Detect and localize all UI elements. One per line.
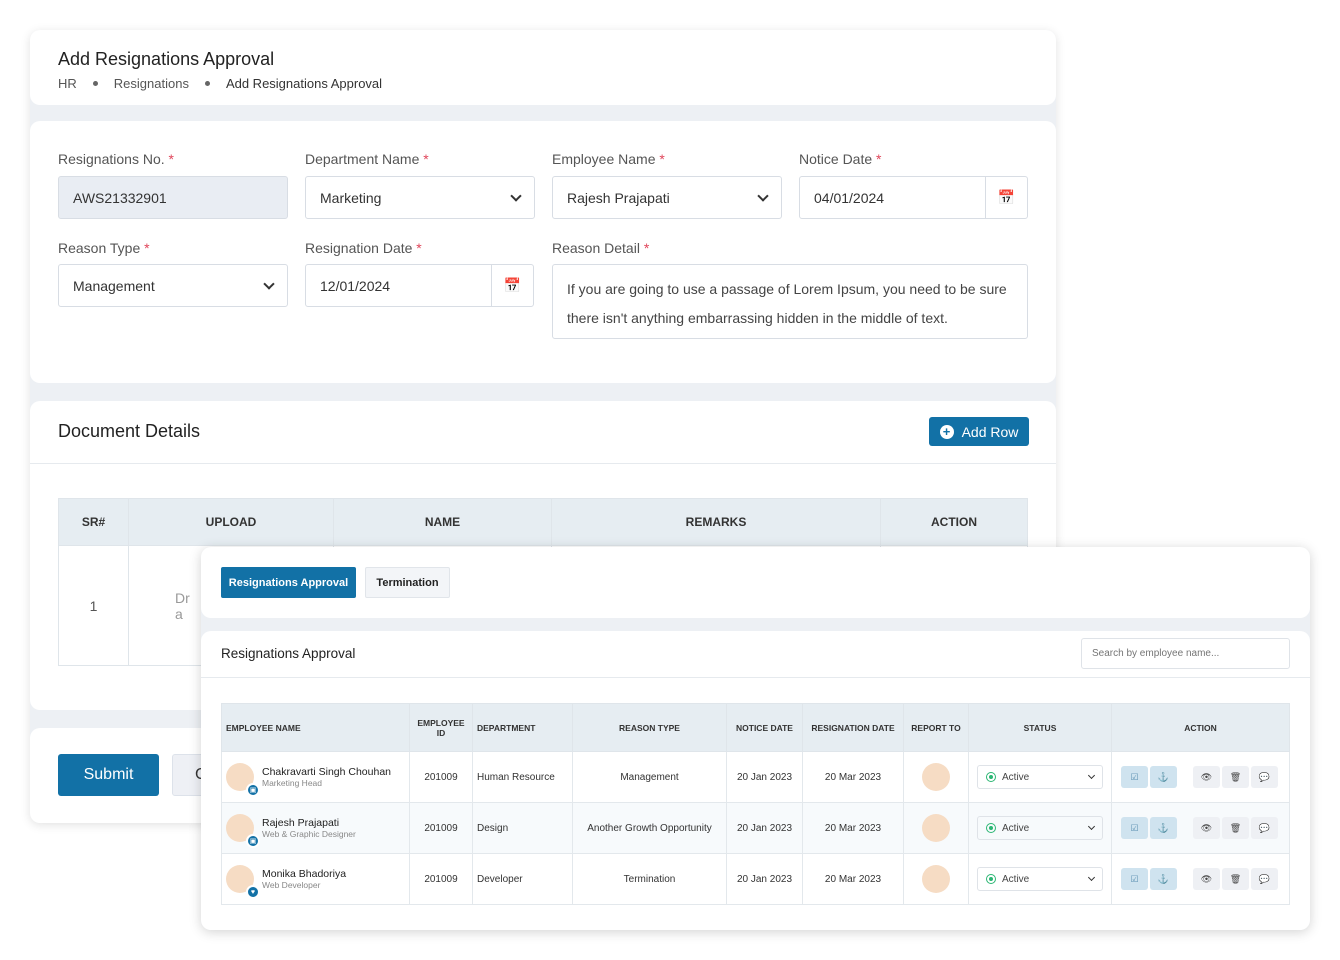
resignation-date-label: Resignation Date [305, 240, 413, 256]
clipboard-check-icon[interactable]: ☑ [1121, 766, 1148, 788]
eye-icon[interactable]: 👁 [1193, 766, 1220, 788]
table-row: ▣ Chakravarti Singh Chouhan Marketing Head… [221, 751, 1290, 803]
comment-icon[interactable]: 💬 [1251, 868, 1278, 890]
reason-type-select[interactable]: Management [58, 264, 288, 307]
department-select[interactable]: Marketing [305, 176, 535, 219]
eye-icon[interactable]: 👁 [1193, 817, 1220, 839]
chevron-down-icon [1087, 822, 1096, 830]
resignation-no-label: Resignations No. [58, 151, 165, 167]
resignation-date-input[interactable]: 12/01/2024 📅 [305, 264, 534, 307]
employee-role: Web & Graphic Designer [262, 829, 356, 839]
reason-detail-textarea[interactable]: If you are going to use a passage of Lor… [552, 264, 1028, 339]
tab-termination[interactable]: Termination [365, 567, 450, 598]
employee-name[interactable]: Rajesh Prajapati [262, 817, 356, 829]
breadcrumb-resignations[interactable]: Resignations [114, 76, 189, 91]
heart-icon: ♥ [246, 885, 260, 899]
report-to-avatar [922, 763, 950, 791]
department: Developer [472, 853, 573, 905]
chevron-down-icon [1087, 873, 1096, 881]
user-hand-icon[interactable]: ⚓ [1150, 868, 1177, 890]
plus-circle-icon: + [939, 424, 954, 439]
approval-table-card: Resignations Approval EMPLOYEE NAMEEMPLO… [201, 631, 1310, 930]
employee-name[interactable]: Chakravarti Singh Chouhan [262, 766, 391, 778]
notice-date: 20 Jan 2023 [726, 751, 803, 803]
report-to-avatar [922, 814, 950, 842]
resignation-date: 20 Mar 2023 [802, 751, 904, 803]
resignations-table: EMPLOYEE NAME EMPLOYEE ID DEPARTMENT REASON… [221, 703, 1290, 905]
document-details-title: Document Details [58, 421, 201, 441]
section-title: Resignations Approval [221, 646, 356, 661]
notice-date-label: Notice Date [799, 151, 873, 167]
notice-date: 20 Jan 2023 [726, 802, 803, 854]
resignation-no-input[interactable]: AWS21332901 [58, 176, 288, 219]
employee-role: Marketing Head [262, 778, 323, 788]
page-header: Add Resignations Approval HR Resignation… [30, 30, 1056, 105]
chevron-down-icon [263, 277, 275, 290]
resignation-date: 20 Mar 2023 [802, 802, 904, 854]
avatar: ▣ [226, 814, 260, 848]
employee-select[interactable]: Rajesh Prajapati [552, 176, 782, 219]
trash-icon[interactable]: 🗑 [1222, 868, 1249, 890]
tab-resignations-approval[interactable]: Resignations Approval [221, 567, 356, 598]
comment-icon[interactable]: 💬 [1251, 817, 1278, 839]
eye-icon[interactable]: 👁 [1193, 868, 1220, 890]
calendar-icon[interactable]: 📅 [985, 177, 1027, 218]
reason-type: Management [572, 751, 727, 803]
employee-role: Web Developer [262, 880, 321, 890]
employee-name[interactable]: Monika Bhadoriya [262, 868, 346, 880]
reason-detail-label: Reason Detail [552, 240, 640, 256]
employee-id: 201009 [409, 802, 473, 854]
user-hand-icon[interactable]: ⚓ [1150, 766, 1177, 788]
user-hand-icon[interactable]: ⚓ [1150, 817, 1177, 839]
chevron-down-icon [1087, 771, 1096, 779]
comment-icon[interactable]: 💬 [1251, 766, 1278, 788]
chevron-down-icon [757, 189, 769, 202]
briefcase-icon: ▣ [246, 834, 260, 848]
avatar: ▣ [226, 763, 260, 797]
clipboard-check-icon[interactable]: ☑ [1121, 817, 1148, 839]
resignation-form: Resignations No. * AWS21332901 Departmen… [30, 121, 1056, 383]
breadcrumb: HR Resignations Add Resignations Approva… [58, 76, 382, 91]
submit-button[interactable]: Submit [58, 754, 159, 796]
search-input[interactable] [1081, 638, 1290, 669]
table-row: ▣ Rajesh Prajapati Web & Graphic Designer … [221, 802, 1290, 854]
status-select[interactable]: Active [977, 765, 1103, 789]
employee-id: 201009 [409, 853, 473, 905]
department: Human Resource [472, 751, 573, 803]
active-dot-icon [986, 823, 996, 833]
trash-icon[interactable]: 🗑 [1222, 817, 1249, 839]
report-to-avatar [922, 865, 950, 893]
clipboard-check-icon[interactable]: ☑ [1121, 868, 1148, 890]
reason-type-label: Reason Type [58, 240, 141, 256]
resignations-approval-panel: Resignations Approval Termination Resign… [201, 547, 1310, 930]
department-label: Department Name [305, 151, 420, 167]
chevron-down-icon [510, 189, 522, 202]
briefcase-icon: ▣ [246, 783, 260, 797]
tabs-bar: Resignations Approval Termination [201, 547, 1310, 618]
table-row: ♥ Monika Bhadoriya Web Developer 201009 De… [221, 853, 1290, 905]
status-select[interactable]: Active [977, 816, 1103, 840]
employee-id: 201009 [409, 751, 473, 803]
breadcrumb-hr[interactable]: HR [58, 76, 77, 91]
department: Design [472, 802, 573, 854]
notice-date: 20 Jan 2023 [726, 853, 803, 905]
reason-type: Another Growth Opportunity [572, 802, 727, 854]
trash-icon[interactable]: 🗑 [1222, 766, 1249, 788]
active-dot-icon [986, 874, 996, 884]
page-title: Add Resignations Approval [58, 49, 275, 69]
status-select[interactable]: Active [977, 867, 1103, 891]
reason-type: Termination [572, 853, 727, 905]
calendar-icon[interactable]: 📅 [491, 265, 533, 306]
employee-label: Employee Name [552, 151, 656, 167]
breadcrumb-current: Add Resignations Approval [225, 76, 383, 91]
avatar: ♥ [226, 865, 260, 899]
active-dot-icon [986, 772, 996, 782]
notice-date-input[interactable]: 04/01/2024 📅 [799, 176, 1028, 219]
resignation-date: 20 Mar 2023 [802, 853, 904, 905]
add-row-button[interactable]: + Add Row [929, 417, 1029, 446]
